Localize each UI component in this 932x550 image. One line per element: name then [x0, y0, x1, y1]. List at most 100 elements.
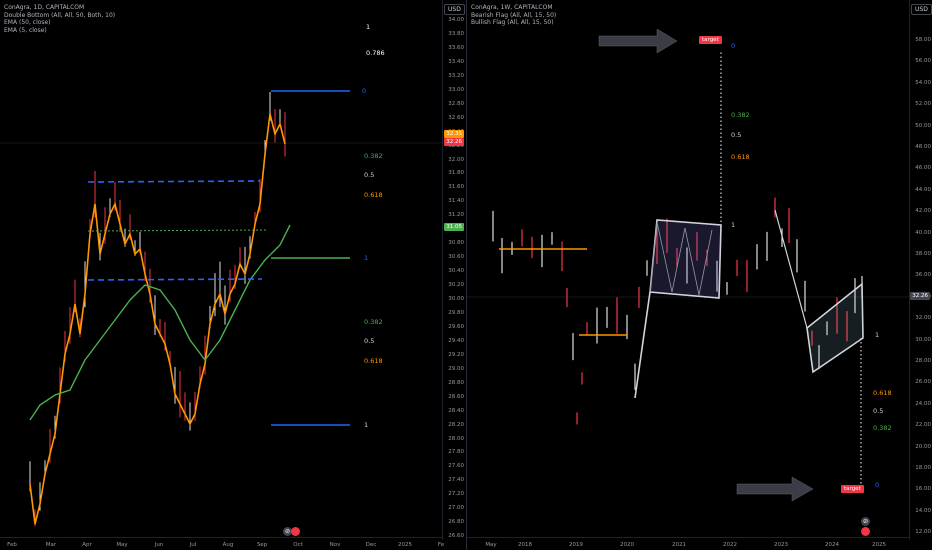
price-badge-ema: 31.05: [444, 223, 464, 231]
chart-legend: ConAgra, 1D, CAPITALCOM Double Bottom (A…: [4, 4, 115, 34]
price-scale[interactable]: 58.00 56.00 54.00 52.00 50.00 48.00 46.00 44.00…: [909, 0, 932, 540]
earnings-icon[interactable]: [291, 527, 300, 536]
time-tick: Dec: [365, 542, 377, 548]
time-tick: Fe: [437, 542, 445, 548]
price-tick: 28.40: [448, 407, 464, 414]
fib-label-05b: 0.5: [364, 337, 375, 345]
price-tick: 29.80: [448, 309, 464, 316]
time-tick: May: [116, 542, 128, 548]
price-tick: 33.20: [448, 72, 464, 79]
time-tick: 2018: [518, 542, 532, 548]
time-tick: 2025: [872, 542, 886, 548]
fib-label-bot-1: 1: [875, 331, 880, 339]
fib-label-bot-0382: 0.382: [873, 424, 892, 432]
flag-pole: [774, 209, 808, 329]
resistance-line: [87, 180, 261, 183]
price-tick: 26.60: [448, 533, 464, 540]
price-tick: 20.00: [915, 443, 931, 450]
price-scale[interactable]: 34.00 33.80 33.60 33.40 33.20 33.00 32.80 32.60…: [442, 0, 466, 540]
fib-label-top-0618: 0.618: [731, 153, 750, 161]
daily-chart-canvas[interactable]: [0, 0, 466, 550]
legend-ema-50[interactable]: EMA (50, close): [4, 19, 115, 27]
chart-legend: ConAgra, 1W, CAPITALCOM Bearish Flag (Al…: [471, 4, 556, 27]
weekly-chart-pane[interactable]: ConAgra, 1W, CAPITALCOM Bearish Flag (Al…: [466, 0, 932, 550]
price-tick: 27.80: [448, 449, 464, 456]
fib-label-bot-0618: 0.618: [873, 389, 892, 397]
fib-label-0382: 0.382: [364, 152, 383, 160]
weekly-chart-canvas[interactable]: [467, 0, 932, 550]
legend-ema-5[interactable]: EMA (5, close): [4, 27, 115, 35]
time-tick: 2022: [723, 542, 737, 548]
legend-double-bottom[interactable]: Double Bottom (All, All, 50, Both, 10): [4, 12, 115, 20]
fib-label-0382b: 0.382: [364, 318, 383, 326]
legend-symbol[interactable]: ConAgra, 1D, CAPITALCOM: [4, 4, 115, 12]
time-tick: Nov: [329, 542, 341, 548]
price-tick: 22.00: [915, 422, 931, 429]
price-tick: 34.00: [448, 17, 464, 23]
price-tick: 27.60: [448, 463, 464, 470]
fib-label-top-1: 1: [731, 221, 736, 229]
fib-label-bot-05: 0.5: [873, 407, 884, 415]
price-tick: 16.00: [915, 486, 931, 493]
target-badge-bottom: target: [841, 485, 864, 493]
fib-label-0618: 0.618: [364, 191, 383, 199]
time-tick: Apr: [82, 542, 92, 548]
legend-bullish-flag[interactable]: Bullish Flag (All, All, 15, 50): [471, 19, 556, 27]
flag-pole: [634, 291, 651, 399]
fib-label-0: 0: [362, 87, 367, 95]
price-tick: 26.80: [448, 519, 464, 526]
daily-chart-pane[interactable]: ConAgra, 1D, CAPITALCOM Double Bottom (A…: [0, 0, 466, 550]
earnings-icon[interactable]: [861, 527, 870, 536]
time-tick: 2023: [774, 542, 788, 548]
time-tick: 2025: [398, 542, 412, 548]
price-tick: 28.60: [448, 393, 464, 400]
price-tick: 28.00: [448, 435, 464, 442]
time-tick: Jul: [189, 542, 197, 548]
price-tick: 38.00: [915, 251, 931, 257]
price-tick: 32.00: [448, 156, 464, 163]
ema-5-line: [29, 113, 286, 525]
price-tick: 31.40: [448, 198, 464, 205]
price-tick: 33.80: [448, 30, 464, 37]
price-tick: 26.00: [915, 379, 931, 386]
price-tick: 44.00: [915, 186, 931, 193]
price-tick: 33.00: [448, 86, 464, 93]
price-tick: 28.80: [448, 379, 464, 386]
price-tick: 29.40: [448, 337, 464, 344]
legend-symbol[interactable]: ConAgra, 1W, CAPITALCOM: [471, 4, 556, 12]
price-tick: 33.40: [448, 58, 464, 65]
price-tick: 42.00: [915, 208, 931, 215]
price-tick: 30.00: [448, 296, 464, 302]
time-axis[interactable]: May 2018 2019 2020 2021 2022 2023 2024 2025: [467, 537, 909, 550]
fib-label-0618b: 0.618: [364, 357, 383, 365]
time-tick: Aug: [222, 542, 234, 548]
price-tick: 28.20: [448, 421, 464, 428]
price-badge-last-b: 32.26: [444, 138, 464, 146]
time-tick: Oct: [293, 542, 303, 548]
price-tick: 27.40: [448, 477, 464, 484]
time-axis[interactable]: Feb Mar Apr May Jun Jul Aug Sep Oct Nov Dec 2025 Fe: [0, 537, 445, 550]
event-icon[interactable]: ⊘: [861, 517, 870, 526]
fib-label-1: 1: [366, 23, 371, 31]
time-tick: Feb: [7, 542, 17, 548]
price-tick: 40.00: [915, 229, 931, 236]
price-tick: 32.00: [915, 315, 931, 322]
fib-label-bot-0: 0: [875, 481, 880, 489]
price-tick: 12.00: [915, 529, 931, 536]
time-tick: 2020: [620, 542, 634, 548]
price-tick: 27.20: [448, 491, 464, 498]
fib-label-0786: 0.786: [366, 49, 385, 57]
price-tick: 32.80: [448, 100, 464, 107]
time-tick: Jun: [154, 542, 164, 548]
legend-bearish-flag[interactable]: Bearish Flag (All, All, 15, 50): [471, 12, 556, 20]
price-tick: 30.40: [448, 268, 464, 275]
price-tick: 30.20: [448, 282, 464, 289]
price-badge-last-a: 32.35: [444, 130, 464, 138]
price-tick: 52.00: [915, 101, 931, 108]
price-tick: 29.00: [448, 365, 464, 372]
fib-label-1c: 1: [364, 421, 369, 429]
price-tick: 58.00: [915, 37, 931, 43]
neckline: [87, 229, 269, 232]
price-tick: 31.20: [448, 212, 464, 219]
arrow-shape: [598, 28, 678, 54]
